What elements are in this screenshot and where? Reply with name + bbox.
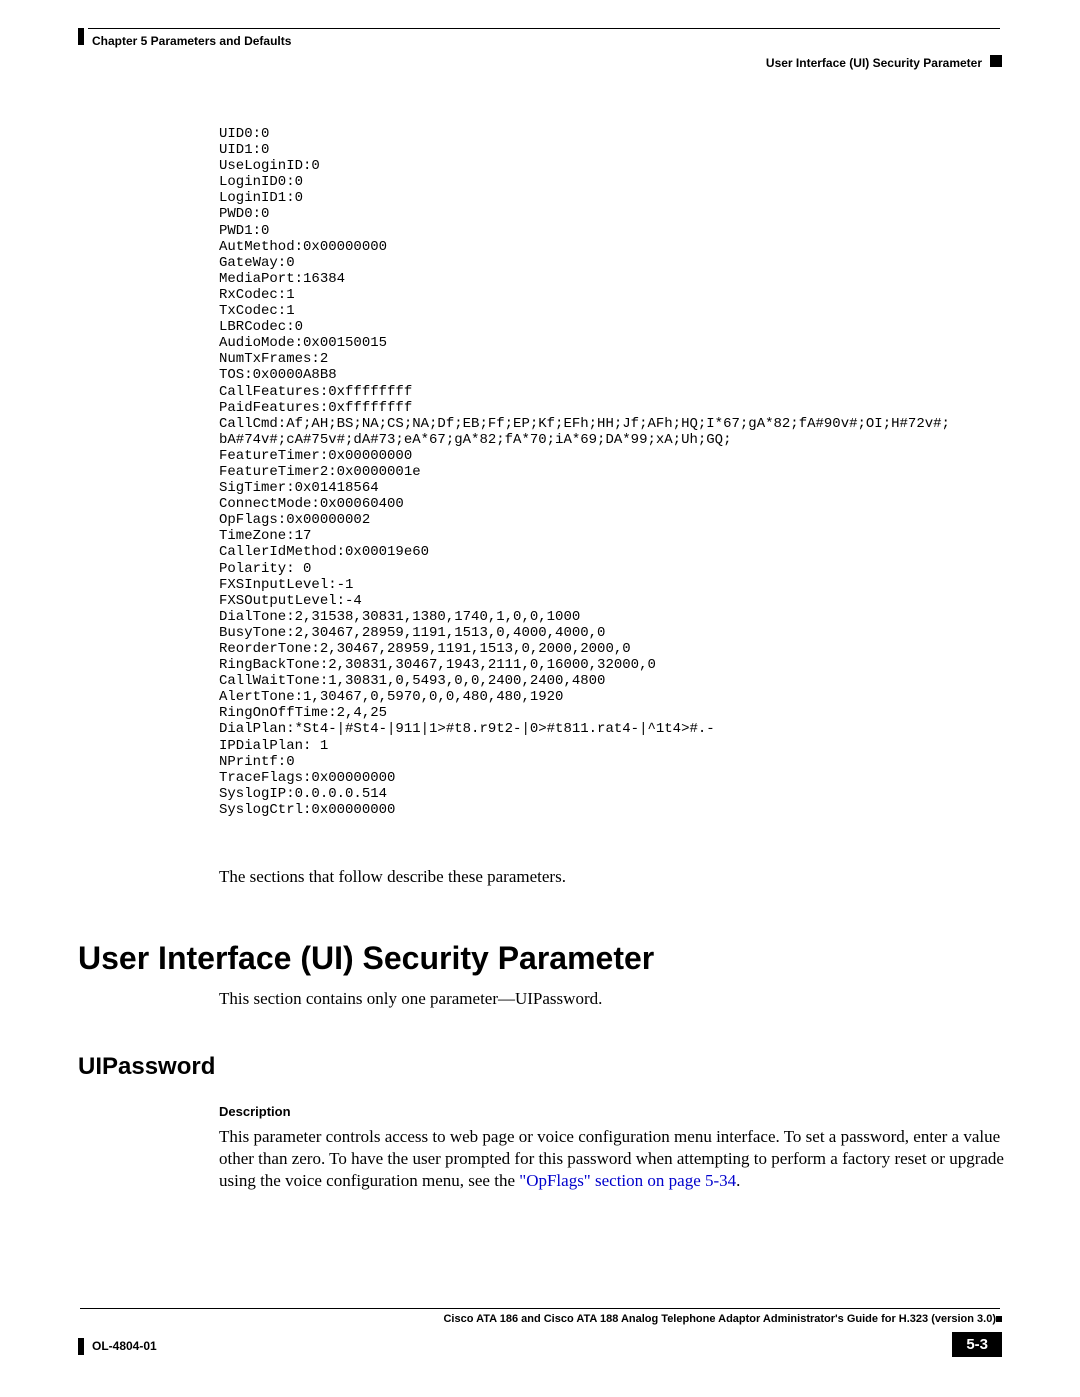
section-heading: User Interface (UI) Security Parameter (78, 940, 654, 977)
chapter-label: Chapter 5 Parameters and Defaults (92, 34, 291, 48)
header-rule (78, 28, 84, 45)
subsection-heading: UIPassword (78, 1053, 215, 1081)
opflags-link[interactable]: "OpFlags" section on page 5-34 (519, 1171, 736, 1190)
followup-paragraph: The sections that follow describe these … (219, 867, 566, 887)
description-heading: Description (219, 1104, 291, 1119)
footer-rule-left (78, 1338, 84, 1355)
section-intro: This section contains only one parameter… (219, 989, 602, 1009)
footer-line (80, 1308, 1000, 1309)
header-line (88, 28, 1000, 29)
breadcrumb: User Interface (UI) Security Parameter (766, 56, 982, 70)
page-number-badge: 5-3 (952, 1332, 1002, 1357)
description-text-post: . (736, 1171, 740, 1190)
doc-id: OL-4804-01 (92, 1339, 157, 1353)
header-box-icon (990, 55, 1002, 67)
footer-title: Cisco ATA 186 and Cisco ATA 188 Analog T… (443, 1313, 996, 1325)
description-paragraph: This parameter controls access to web pa… (219, 1126, 1009, 1192)
footer-square-icon (996, 1316, 1002, 1322)
config-code-block: UID0:0 UID1:0 UseLoginID:0 LoginID0:0 Lo… (219, 126, 950, 818)
